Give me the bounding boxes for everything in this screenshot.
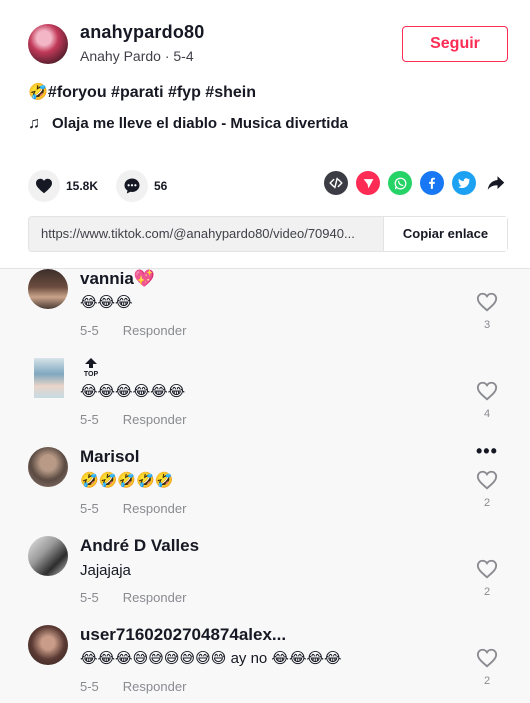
comment-text: 🤣🤣🤣🤣🤣 (80, 472, 174, 489)
reply-button[interactable]: Responder (123, 679, 187, 694)
like-count: 15.8K (66, 179, 99, 193)
comment-like-count: 2 (483, 675, 491, 687)
comment-date: 5-5 (80, 679, 99, 694)
arrow-up-icon (85, 358, 97, 368)
comment-text: Jajajaja (80, 562, 131, 579)
comment-text: 😂😂😂 (80, 294, 133, 311)
comment-meta: 5-5 Responder (80, 501, 186, 516)
post-header: anahypardo80 Anahy Pardo · 5-4 Seguir 🤣#… (0, 0, 530, 268)
comment-date: 5-5 (80, 590, 99, 605)
comment-meta: 5-5 Responder (80, 412, 186, 427)
commenter-avatar[interactable] (28, 625, 68, 665)
follow-button[interactable]: Seguir (402, 26, 508, 62)
reply-button[interactable]: Responder (123, 501, 187, 516)
heart-outline-icon[interactable] (476, 558, 498, 580)
share-link-url[interactable]: https://www.tiktok.com/@anahypardo80/vid… (29, 217, 383, 251)
comment-text: 😂😂😂😂😂😂 (80, 383, 186, 400)
top-badge: TOP (80, 358, 102, 379)
comment-item: Marisol 🤣🤣🤣🤣🤣 5-5 Responder ••• 2 (0, 441, 530, 536)
author-subtitle: Anahy Pardo · 5-4 (80, 48, 194, 64)
commenter-avatar[interactable] (34, 358, 64, 398)
comment-date: 5-5 (80, 501, 99, 516)
music-title[interactable]: Olaja me lleve el diablo - Musica divert… (52, 115, 348, 132)
reply-button[interactable]: Responder (123, 323, 187, 338)
heart-outline-icon[interactable] (476, 469, 498, 491)
comment-icon[interactable] (116, 170, 148, 202)
heart-outline-icon[interactable] (476, 380, 498, 402)
comment-like-count: 2 (483, 497, 491, 509)
more-options-icon[interactable]: ••• (476, 441, 498, 462)
comment-like-count: 4 (483, 408, 491, 420)
comment-item: André D Valles Jajajaja 5-5 Responder 2 (0, 536, 530, 625)
whatsapp-icon[interactable] (388, 171, 412, 195)
comment-item: TOP 😂😂😂😂😂😂 5-5 Responder 4 (0, 358, 530, 447)
commenter-username[interactable]: André D Valles (80, 536, 199, 556)
heart-outline-icon[interactable] (476, 291, 498, 313)
comment-meta: 5-5 Responder (80, 679, 186, 694)
comment-stat[interactable]: 56 (116, 170, 167, 202)
author-avatar[interactable] (28, 24, 68, 64)
comment-meta: 5-5 Responder (80, 323, 186, 338)
twitter-icon[interactable] (452, 171, 476, 195)
send-icon[interactable] (356, 171, 380, 195)
commenter-avatar[interactable] (28, 447, 68, 487)
copy-link-button[interactable]: Copiar enlace (383, 217, 507, 251)
commenter-username[interactable]: user7160202704874alex... (80, 625, 286, 645)
commenter-avatar[interactable] (28, 536, 68, 576)
reply-button[interactable]: Responder (123, 590, 187, 605)
author-username[interactable]: anahypardo80 (80, 22, 204, 43)
comment-list[interactable]: vannia💖 😂😂😂 5-5 Responder 3 TOP 😂😂😂😂😂😂 5-… (0, 268, 530, 703)
comment-date: 5-5 (80, 323, 99, 338)
heart-icon[interactable] (28, 170, 60, 202)
commenter-avatar[interactable] (28, 269, 68, 309)
commenter-username[interactable]: vannia💖 (80, 269, 155, 289)
comment-item: vannia💖 😂😂😂 5-5 Responder 3 (0, 269, 530, 358)
comment-date: 5-5 (80, 412, 99, 427)
comment-item: user7160202704874alex... 😂😂😂😅😅😅😅😅😅 ay no… (0, 625, 530, 703)
commenter-username[interactable]: Marisol (80, 447, 140, 467)
top-badge-label: TOP (83, 371, 99, 378)
comment-like-count: 3 (483, 319, 491, 331)
comment-like-count: 2 (483, 586, 491, 598)
like-stat[interactable]: 15.8K (28, 170, 98, 202)
post-caption: 🤣#foryou #parati #fyp #shein (28, 84, 256, 101)
reply-button[interactable]: Responder (123, 412, 187, 427)
embed-icon[interactable] (324, 171, 348, 195)
heart-outline-icon[interactable] (476, 647, 498, 669)
facebook-icon[interactable] (420, 171, 444, 195)
music-note-icon: ♫ (28, 115, 40, 132)
comment-meta: 5-5 Responder (80, 590, 186, 605)
comment-count: 56 (154, 179, 168, 193)
music-link[interactable]: ♫ Olaja me lleve el diablo - Musica diver… (28, 115, 348, 133)
comment-text: 😂😂😂😅😅😅😅😅😅 ay no 😂😂😂😂 (80, 650, 342, 667)
share-arrow-icon[interactable] (484, 171, 508, 195)
share-link-box: https://www.tiktok.com/@anahypardo80/vid… (28, 216, 508, 252)
